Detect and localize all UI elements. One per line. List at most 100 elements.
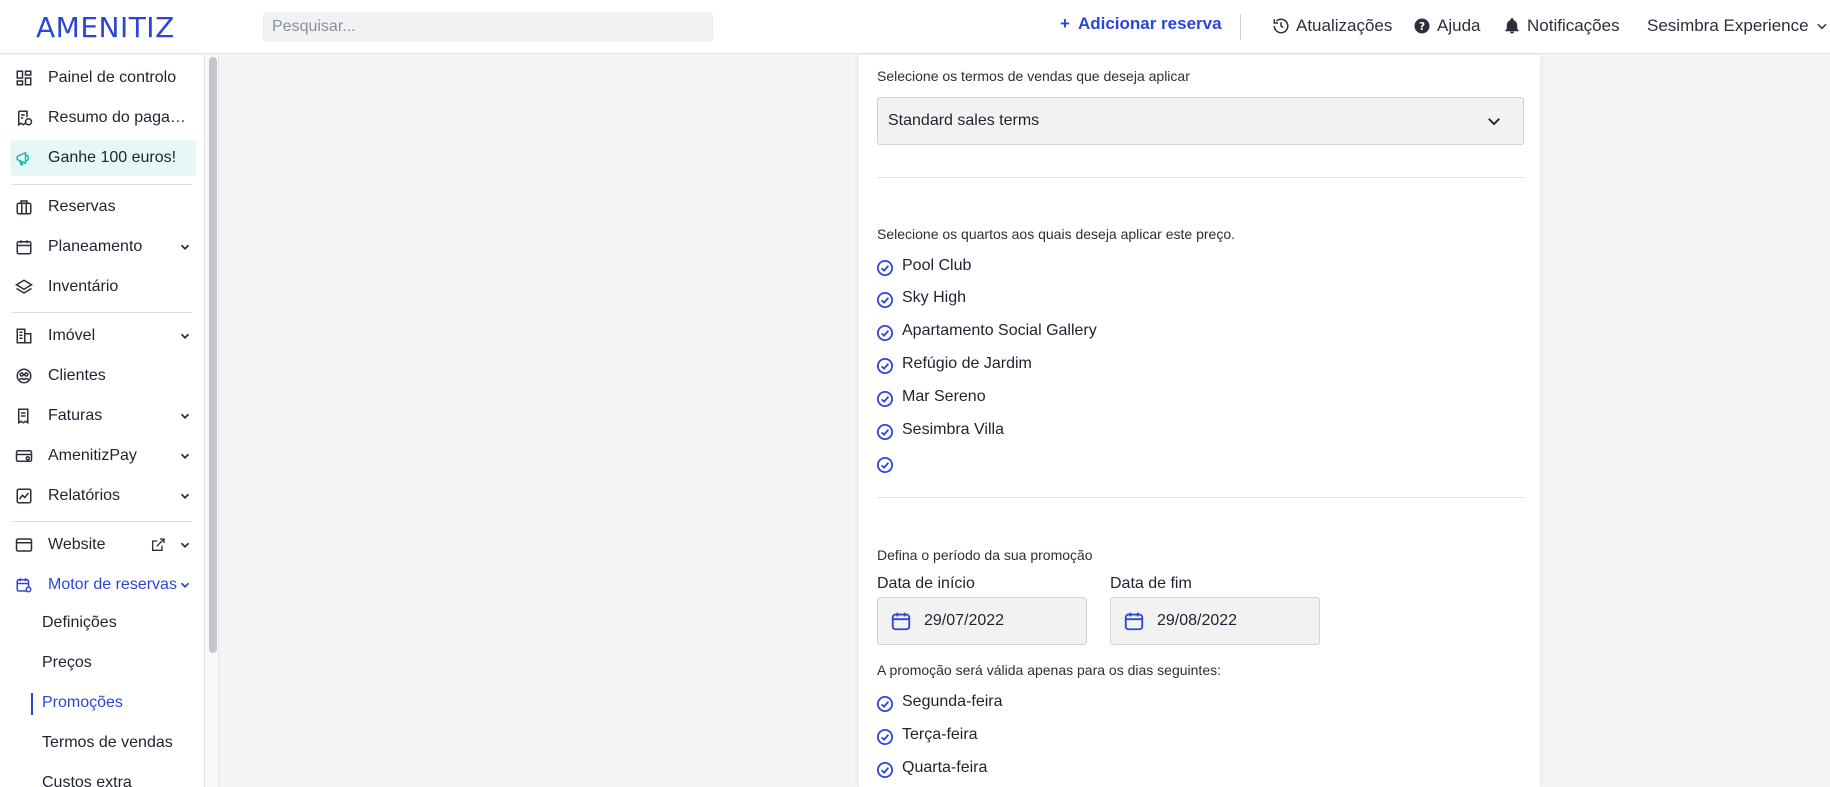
chevron-down-icon xyxy=(180,542,190,548)
sidebar-subitem-settings[interactable]: Definições xyxy=(42,614,117,632)
weekday-checkbox-item[interactable]: Quarta-feira xyxy=(876,756,987,780)
bell-icon xyxy=(1505,18,1519,34)
invoice-icon xyxy=(14,406,34,426)
external-link-icon[interactable] xyxy=(150,537,166,553)
briefcase-icon xyxy=(14,197,34,217)
building-icon xyxy=(14,326,34,346)
history-icon xyxy=(1273,18,1289,34)
chevron-down-icon xyxy=(1816,23,1827,30)
room-label: Apartamento Social Gallery xyxy=(902,322,1097,339)
checked-circle-icon[interactable] xyxy=(876,728,894,746)
notifications-button[interactable]: Notificações xyxy=(1503,14,1620,38)
sales-terms-select[interactable]: Standard sales terms xyxy=(877,97,1524,145)
sidebar-item-label: Relatórios xyxy=(48,487,121,504)
account-label: Sesimbra Experience xyxy=(1647,16,1809,35)
rooms-caption: Selecione os quartos aos quais deseja ap… xyxy=(877,226,1235,242)
plus-icon: + xyxy=(1060,14,1070,33)
checked-circle-icon[interactable] xyxy=(876,324,894,342)
sidebar-item-property[interactable]: Imóvel xyxy=(10,318,196,354)
sidebar-item-label: AmenitizPay xyxy=(48,447,137,464)
chart-icon xyxy=(14,486,34,506)
active-indicator xyxy=(31,693,33,715)
sidebar-item-invoices[interactable]: Faturas xyxy=(10,398,196,434)
sidebar-item-payment-summary[interactable]: Resumo do pagamento xyxy=(10,100,196,136)
weekday-label: Segunda-feira xyxy=(902,693,1003,710)
sidebar-item-label: Painel de controlo xyxy=(48,69,177,86)
add-reservation-button[interactable]: + Adicionar reserva xyxy=(1060,14,1222,34)
sidebar-item-reports[interactable]: Relatórios xyxy=(10,478,196,514)
search-input[interactable] xyxy=(263,12,713,42)
sidebar-item-reservations[interactable]: Reservas xyxy=(10,189,196,225)
start-date-value: 29/07/2022 xyxy=(924,612,1005,629)
sidebar-divider xyxy=(12,521,192,522)
room-label: Sesimbra Villa xyxy=(902,421,1004,438)
sidebar-item-label: Faturas xyxy=(48,407,103,424)
chevron-down-icon xyxy=(180,453,190,459)
sidebar-divider xyxy=(12,312,192,313)
section-divider xyxy=(877,497,1524,498)
room-checkbox-item[interactable] xyxy=(876,451,902,475)
sidebar-item-dashboard[interactable]: Painel de controlo xyxy=(10,60,196,96)
room-label: Mar Sereno xyxy=(902,388,986,405)
room-label: Refúgio de Jardim xyxy=(902,355,1032,372)
start-date-input[interactable]: 29/07/2022 xyxy=(877,597,1087,645)
sidebar-subitem-prices[interactable]: Preços xyxy=(42,654,92,672)
updates-button[interactable]: Atualizações xyxy=(1272,14,1392,38)
days-caption: A promoção será válida apenas para os di… xyxy=(877,662,1221,678)
checked-circle-icon[interactable] xyxy=(876,259,894,277)
room-checkbox-item[interactable]: Apartamento Social Gallery xyxy=(876,319,1097,343)
checked-circle-icon[interactable] xyxy=(876,357,894,375)
sidebar-item-inventory[interactable]: Inventário xyxy=(10,269,196,305)
layers-icon xyxy=(14,277,34,297)
sidebar-item-label: Ganhe 100 euros! xyxy=(48,149,177,166)
header-divider xyxy=(1240,14,1241,40)
sidebar-item-label: Website xyxy=(48,536,106,553)
sidebar-item-amenitizpay[interactable]: AmenitizPay xyxy=(10,438,196,474)
sidebar-scrollbar[interactable] xyxy=(209,57,217,653)
svg-text:?: ? xyxy=(1419,21,1425,33)
checked-circle-icon[interactable] xyxy=(876,390,894,408)
booking-engine-icon xyxy=(14,575,34,595)
help-icon: ? xyxy=(1414,18,1430,34)
chevron-down-icon xyxy=(180,582,190,588)
card-icon xyxy=(14,446,34,466)
sidebar-item-booking-engine[interactable]: Motor de reservas xyxy=(10,567,196,603)
room-label: Pool Club xyxy=(902,257,972,274)
section-divider xyxy=(877,177,1524,178)
checked-circle-icon[interactable] xyxy=(876,695,894,713)
account-menu[interactable]: Sesimbra Experience xyxy=(1647,14,1829,38)
sidebar-subitem-sales-terms[interactable]: Termos de vendas xyxy=(42,734,173,752)
sidebar-item-label: Motor de reservas xyxy=(48,576,177,593)
weekday-checkbox-item[interactable]: Segunda-feira xyxy=(876,690,1003,714)
help-button[interactable]: ? Ajuda xyxy=(1413,14,1480,38)
sidebar-subitem-extra-costs[interactable]: Custos extra xyxy=(42,774,132,787)
sidebar-item-label: Planeamento xyxy=(48,238,143,255)
sidebar-item-planning[interactable]: Planeamento xyxy=(10,229,196,265)
sidebar-item-website[interactable]: Website xyxy=(10,527,196,563)
room-label: Sky High xyxy=(902,289,967,306)
top-header: AMENITIZ + Adicionar reserva Atualizações… xyxy=(0,0,1830,54)
checked-circle-icon[interactable] xyxy=(876,423,894,441)
room-checkbox-item[interactable]: Pool Club xyxy=(876,254,971,278)
end-date-input[interactable]: 29/08/2022 xyxy=(1110,597,1320,645)
amenitiz-logo[interactable]: AMENITIZ xyxy=(36,11,175,44)
room-checkbox-item[interactable]: Mar Sereno xyxy=(876,385,986,409)
sidebar-item-label: Imóvel xyxy=(48,327,96,344)
updates-label: Atualizações xyxy=(1296,16,1393,35)
checked-circle-icon[interactable] xyxy=(876,291,894,309)
checked-circle-icon[interactable] xyxy=(876,761,894,779)
checked-circle-icon[interactable] xyxy=(876,456,894,474)
chevron-down-icon xyxy=(180,493,190,499)
notifications-label: Notificações xyxy=(1527,16,1620,35)
end-date-value: 29/08/2022 xyxy=(1157,612,1238,629)
weekday-checkbox-item[interactable]: Terça-feira xyxy=(876,723,978,747)
room-checkbox-item[interactable]: Sesimbra Villa xyxy=(876,418,1004,442)
sidebar-item-label: Clientes xyxy=(48,367,106,384)
sidebar-item-label: Reservas xyxy=(48,198,116,215)
add-reservation-label: Adicionar reserva xyxy=(1077,14,1222,33)
sidebar-subitem-promotions[interactable]: Promoções xyxy=(42,694,123,712)
room-checkbox-item[interactable]: Sky High xyxy=(876,286,966,310)
sidebar-item-earn-100[interactable]: Ganhe 100 euros! xyxy=(10,140,196,176)
room-checkbox-item[interactable]: Refúgio de Jardim xyxy=(876,352,1032,376)
sidebar-item-clients[interactable]: Clientes xyxy=(10,358,196,394)
